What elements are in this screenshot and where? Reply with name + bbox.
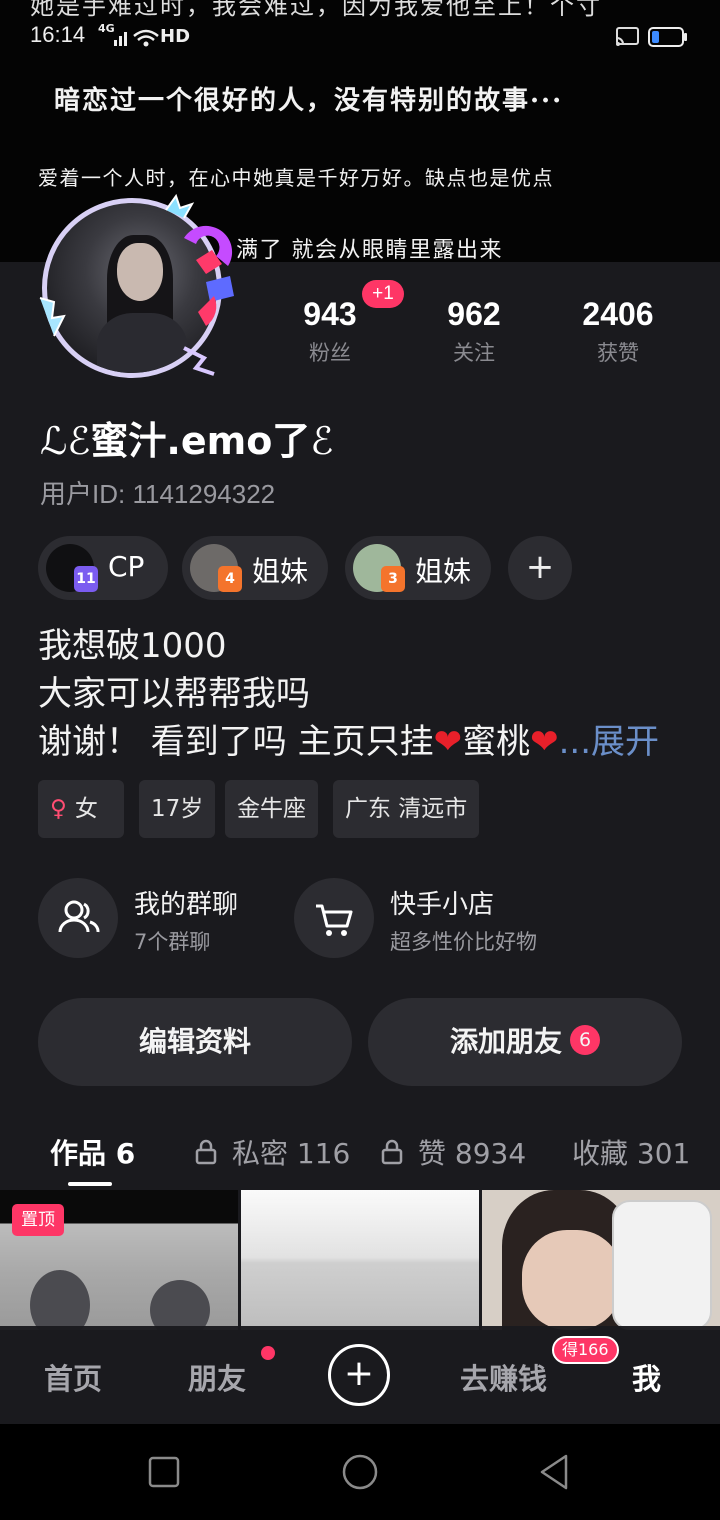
work-thumbnail[interactable] <box>482 1190 720 1330</box>
group-chat-title: 我的群聊 <box>134 890 239 920</box>
earn-reward-badge: 得166 <box>552 1336 619 1364</box>
stat-label: 获赞 <box>597 341 639 365</box>
bottom-navigation: 首页 朋友 + 去赚钱 得166 我 <box>0 1326 720 1424</box>
nav-home[interactable]: 首页 <box>44 1356 102 1398</box>
user-id[interactable]: 用户ID: 1141294322 <box>40 474 275 511</box>
home-icon[interactable] <box>340 1452 380 1492</box>
unread-dot <box>261 1346 275 1360</box>
nav-earn[interactable]: 去赚钱 <box>460 1356 547 1398</box>
nickname-text: 蜜汁.emo了 <box>90 419 311 463</box>
nickname-decoration: ℰ <box>310 419 334 463</box>
works-grid: 置顶 <box>0 1190 720 1330</box>
nav-me[interactable]: 我 <box>632 1356 661 1398</box>
status-bar: 16:14 4G HD <box>0 18 720 58</box>
back-icon[interactable] <box>536 1452 576 1492</box>
heart-icon: ❤ <box>530 722 559 762</box>
tab-underline <box>68 1182 112 1186</box>
relation-level-badge: 11 <box>74 566 98 592</box>
content-tabs: 作品 6 私密 116 赞 8934 收藏 301 <box>0 1118 720 1190</box>
system-navigation-bar <box>0 1424 720 1520</box>
bio-line: 我想破1000 <box>38 626 227 666</box>
nav-friends[interactable]: 朋友 <box>188 1356 246 1398</box>
magnet-frame-icon <box>39 193 234 376</box>
stat-following[interactable]: 962 关注 <box>404 296 544 367</box>
add-relation-button[interactable]: + <box>508 536 572 600</box>
relation-level-badge: 4 <box>218 566 242 592</box>
banner-text-line: 暗恋过一个很好的人，没有特别的故事··· <box>54 86 564 116</box>
heart-icon: ❤ <box>433 722 463 762</box>
relation-label: 姐妹 <box>252 555 309 588</box>
stat-label: 粉丝 <box>309 341 351 365</box>
nickname: ℒℰ蜜汁.emo了ℰ <box>40 410 333 465</box>
work-thumbnail[interactable]: 置顶 <box>0 1190 238 1330</box>
bio-line: 大家可以帮帮我吗 <box>38 674 310 714</box>
friend-request-badge: 6 <box>570 1025 600 1055</box>
stat-value: 962 <box>447 296 501 332</box>
stat-label: 关注 <box>453 341 495 365</box>
edit-profile-button[interactable]: 编辑资料 <box>38 998 352 1086</box>
stat-likes[interactable]: 2406 获赞 <box>548 296 688 367</box>
relation-label: 姐妹 <box>415 555 472 588</box>
nickname-decoration: ℒℰ <box>40 419 91 463</box>
hd-indicator: HD <box>160 26 191 47</box>
tab-likes[interactable]: 赞 8934 <box>418 1132 526 1172</box>
expand-bio-link[interactable]: ...展开 <box>559 722 659 762</box>
banner-text-line: 爱着一个人时，在心中她真是千好万好。缺点也是优点 <box>38 166 554 190</box>
cast-icon <box>616 27 639 46</box>
work-thumbnail[interactable] <box>241 1190 479 1330</box>
relation-chip-cp[interactable]: 11 CP <box>38 536 168 600</box>
cart-icon <box>294 878 374 958</box>
relation-label: CP <box>108 550 145 583</box>
tag-gender: ♀ 女 <box>38 780 124 838</box>
recents-icon[interactable] <box>144 1452 184 1492</box>
shop-subtitle: 超多性价比好物 <box>390 930 537 954</box>
female-icon: ♀ <box>50 796 67 822</box>
tab-favorites[interactable]: 收藏 301 <box>572 1132 690 1172</box>
tag-age: 17岁 <box>139 780 216 838</box>
group-chat-shortcut[interactable]: 我的群聊 7个群聊 <box>38 878 278 958</box>
relation-level-badge: 3 <box>381 566 405 592</box>
bio-line: 谢谢！ 看到了吗 主页只挂❤蜜桃❤...展开 <box>38 722 660 762</box>
relation-chip-sister[interactable]: 4 姐妹 <box>182 536 328 600</box>
avatar[interactable] <box>34 188 244 388</box>
tag-zodiac: 金牛座 <box>225 780 318 838</box>
group-chat-count: 7个群聊 <box>134 930 211 954</box>
tab-works[interactable]: 作品 6 <box>50 1132 135 1172</box>
shop-shortcut[interactable]: 快手小店 超多性价比好物 <box>294 878 584 958</box>
group-icon <box>38 878 118 958</box>
add-friend-button[interactable]: 添加朋友 6 <box>368 998 682 1086</box>
stat-fans[interactable]: 943 粉丝 <box>260 296 400 367</box>
stat-value: 2406 <box>582 296 654 332</box>
battery-icon <box>648 27 687 47</box>
relation-chip-sister[interactable]: 3 姐妹 <box>345 536 491 600</box>
pinned-badge: 置顶 <box>12 1204 64 1236</box>
profile-bio[interactable]: 我想破1000 大家可以帮帮我吗 谢谢！ 看到了吗 主页只挂❤蜜桃❤...展开 <box>38 622 659 766</box>
banner-text-line: 满了 就会从眼睛里露出来 <box>236 238 503 262</box>
shop-title: 快手小店 <box>390 890 495 920</box>
tab-private[interactable]: 私密 116 <box>232 1132 350 1172</box>
stat-value: 943 <box>303 296 357 332</box>
create-button[interactable]: + <box>328 1344 390 1406</box>
tag-location: 广东 清远市 <box>333 780 480 838</box>
lock-icon <box>381 1139 403 1165</box>
lock-icon <box>195 1139 217 1165</box>
clock: 16:14 <box>30 22 86 47</box>
